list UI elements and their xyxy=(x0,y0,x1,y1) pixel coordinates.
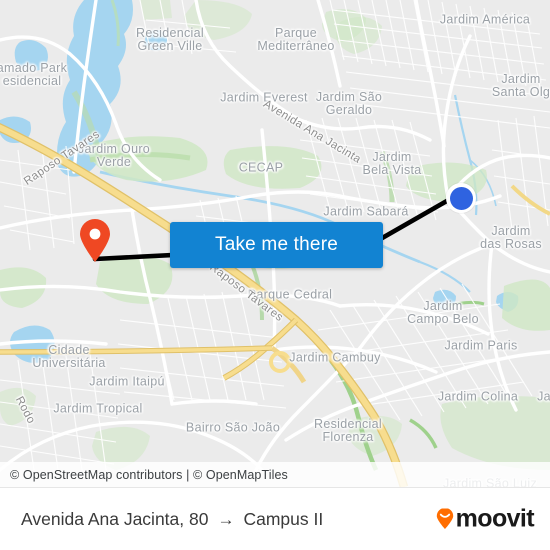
moovit-pin-icon xyxy=(436,507,454,530)
map-canvas[interactable]: Residencial Green Ville Parque Mediterrâne… xyxy=(0,0,550,487)
arrow-right-icon: → xyxy=(217,509,235,529)
take-me-there-button[interactable]: Take me there xyxy=(170,222,383,268)
route-footer: Avenida Ana Jacinta, 80 → Campus II moov… xyxy=(0,487,550,550)
origin-pin[interactable] xyxy=(78,219,112,263)
moovit-wordmark: moovit xyxy=(455,504,535,533)
destination-dot-inner xyxy=(449,186,473,210)
moovit-logo[interactable]: moovit xyxy=(436,504,535,533)
route-destination-label: Campus II xyxy=(243,508,324,529)
moovit-route-widget: Residencial Green Ville Parque Mediterrâne… xyxy=(0,0,550,550)
map-attribution[interactable]: © OpenStreetMap contributors | © OpenMap… xyxy=(0,462,550,487)
destination-dot[interactable] xyxy=(446,183,476,213)
route-origin-label: Avenida Ana Jacinta, 80 xyxy=(21,508,209,529)
route-summary: Avenida Ana Jacinta, 80 → Campus II xyxy=(21,509,323,530)
